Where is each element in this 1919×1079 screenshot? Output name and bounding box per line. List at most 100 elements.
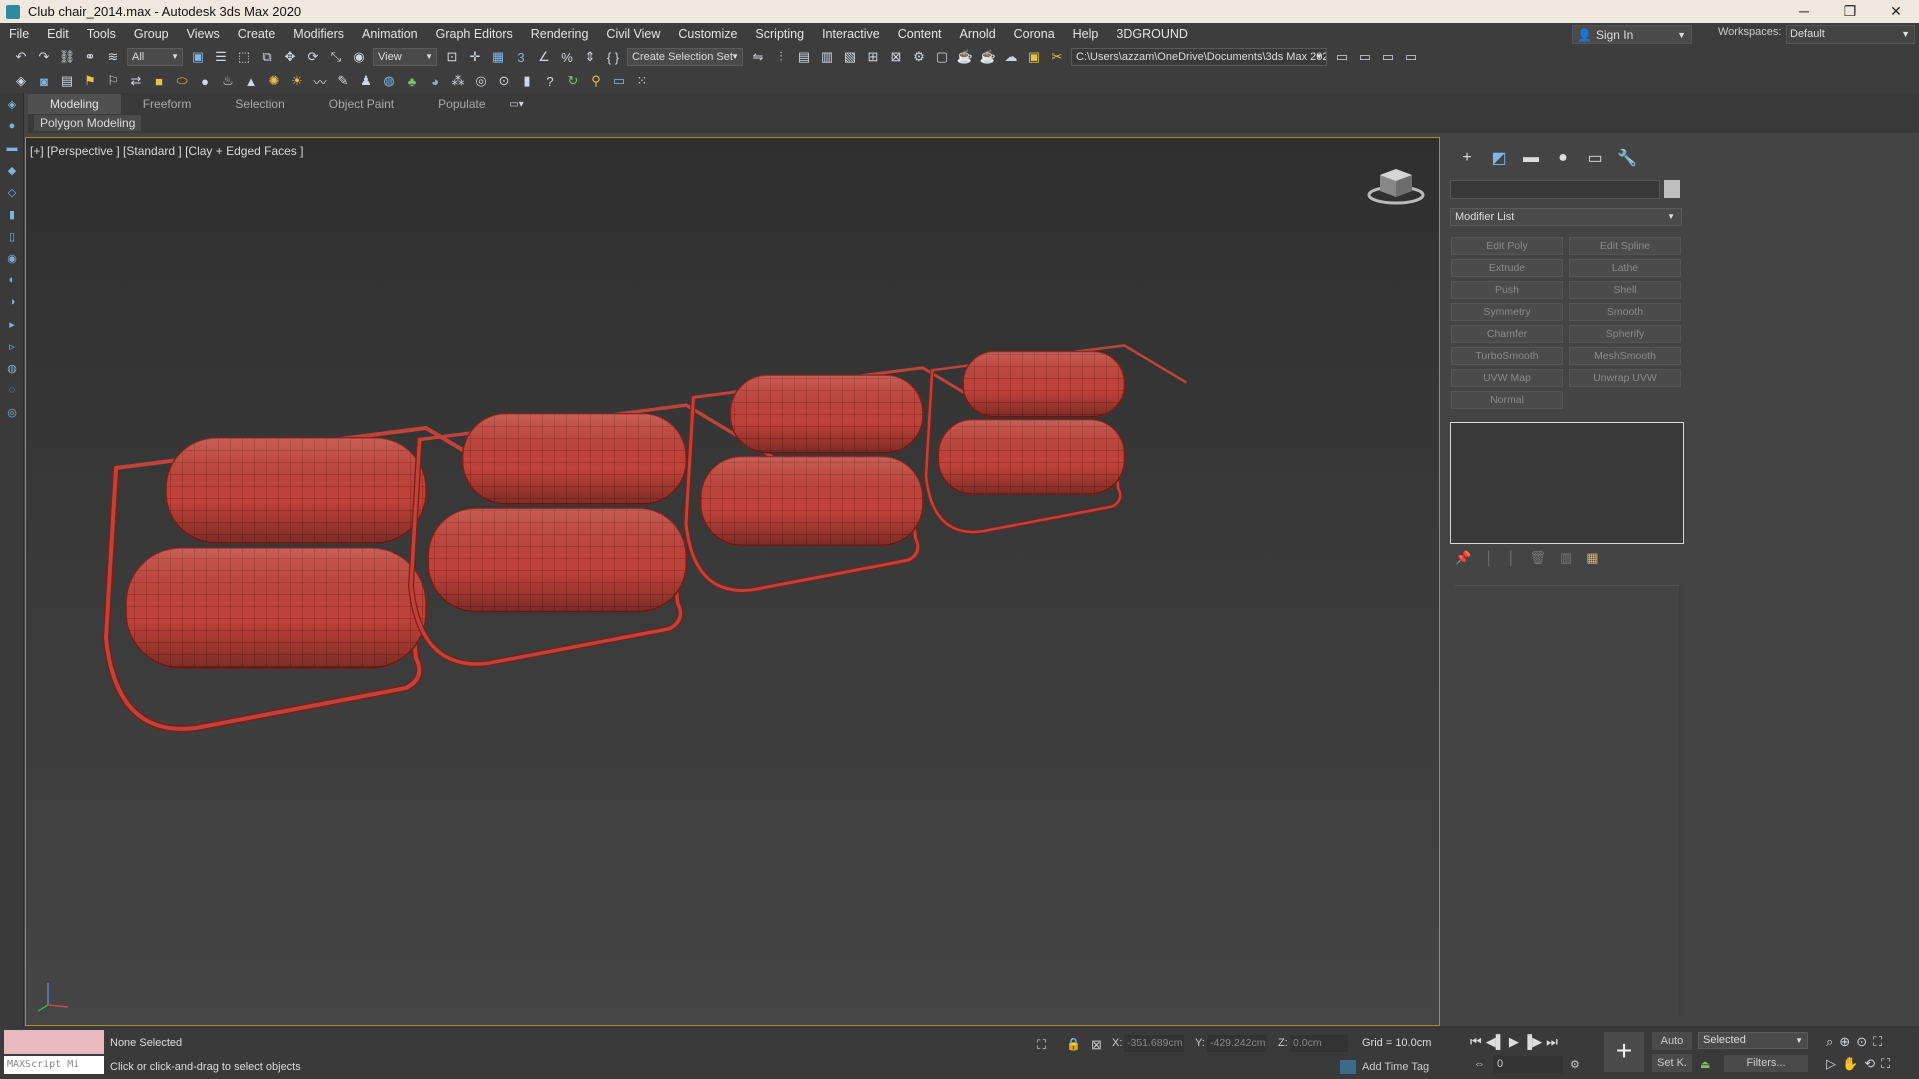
polygon-modeling-panel[interactable]: Polygon Modeling	[34, 115, 142, 131]
edit-named-selection-icon[interactable]: { }	[604, 48, 622, 66]
save-icon[interactable]: ▤	[58, 72, 76, 90]
push-button[interactable]: Push	[1451, 281, 1563, 299]
sun-icon[interactable]: ☀	[288, 72, 306, 90]
strip-tool-icon[interactable]: ▮	[0, 203, 24, 225]
render-iterative-icon[interactable]: ☕	[979, 48, 997, 66]
next-frame-icon[interactable]: ▐▶	[1523, 1034, 1542, 1050]
menu-help[interactable]: Help	[1064, 27, 1108, 41]
bone-icon[interactable]: ✎	[334, 72, 352, 90]
extrude-button[interactable]: Extrude	[1451, 259, 1563, 277]
menu-modifiers[interactable]: Modifiers	[284, 27, 353, 41]
undo-icon[interactable]: ↶	[12, 48, 30, 66]
time-config-icon[interactable]: ⇔	[1474, 1058, 1485, 1070]
delete-icon[interactable]: ▥	[1560, 550, 1572, 566]
strip-tool-icon[interactable]: ▹	[0, 335, 24, 357]
hierarchy-tab-icon[interactable]: ▬	[1515, 147, 1547, 169]
seat-cushion-shade[interactable]	[428, 508, 687, 612]
set-key-mode-button[interactable]: Set K.	[1652, 1054, 1692, 1072]
project-settings-icon[interactable]: ▭	[1379, 48, 1397, 66]
shell-button[interactable]: Shell	[1569, 281, 1681, 299]
pivot-center-icon[interactable]: ⊡	[443, 48, 461, 66]
project-folder-icon[interactable]: ▭	[1402, 48, 1420, 66]
modify-tab-icon[interactable]: ◩	[1483, 147, 1515, 169]
percent-snap-icon[interactable]: %	[558, 48, 576, 66]
uvw-icon[interactable]: ◎	[472, 72, 490, 90]
absolute-mode-icon[interactable]: ⊠	[1091, 1037, 1102, 1053]
menu-3dground[interactable]: 3DGROUND	[1107, 27, 1197, 41]
menu-tools[interactable]: Tools	[78, 27, 125, 41]
unwrap-uvw-button[interactable]: Unwrap UVW	[1569, 369, 1681, 387]
menu-edit[interactable]: Edit	[38, 27, 78, 41]
help-icon[interactable]: ?	[541, 72, 559, 90]
place-icon[interactable]: ◉	[350, 48, 368, 66]
create-tab-icon[interactable]: +	[1451, 147, 1483, 169]
zoom-all-icon[interactable]: ⊕	[1839, 1034, 1850, 1050]
menu-animation[interactable]: Animation	[353, 27, 427, 41]
render-production-icon[interactable]: ☕	[956, 48, 974, 66]
material-editor-icon[interactable]: ⊠	[887, 48, 905, 66]
seat-cushion-shade[interactable]	[938, 419, 1125, 495]
cone-icon[interactable]: ▲	[242, 72, 260, 90]
angle-snap-icon[interactable]: ∠	[535, 48, 553, 66]
auto-key-button[interactable]: Auto	[1652, 1032, 1692, 1050]
back-bolster-shade[interactable]	[730, 375, 923, 453]
field-of-view-icon[interactable]: ▷	[1826, 1056, 1836, 1072]
strip-tool-icon[interactable]: ▯	[0, 225, 24, 247]
add-time-tag[interactable]: Add Time Tag	[1340, 1060, 1429, 1074]
menu-rendering[interactable]: Rendering	[522, 27, 598, 41]
light-icon[interactable]: ✺	[265, 72, 283, 90]
window-crossing-icon[interactable]: ⧉	[258, 48, 276, 66]
pin-icon[interactable]: ⚲	[587, 72, 605, 90]
display-tab-icon[interactable]: ▭	[1579, 147, 1611, 169]
render-icon[interactable]: ⊙	[495, 72, 513, 90]
save-project-icon[interactable]: ▭	[1356, 48, 1374, 66]
tab-populate[interactable]: Populate	[416, 94, 507, 114]
grid-icon[interactable]: ⁙	[633, 72, 651, 90]
tab-object-paint[interactable]: Object Paint	[307, 94, 416, 114]
turbosmooth-button[interactable]: TurboSmooth	[1451, 347, 1563, 365]
box-icon[interactable]: ■	[150, 72, 168, 90]
fb-icon[interactable]: ▭	[610, 72, 628, 90]
particles-icon[interactable]: ◍	[380, 72, 398, 90]
close-button[interactable]: ✕	[1873, 0, 1919, 23]
corona-frame-buffer-icon[interactable]: ▣	[1025, 48, 1043, 66]
spinner-snap-icon[interactable]: ⇕	[581, 48, 599, 66]
spherify-button[interactable]: Spherify	[1569, 325, 1681, 343]
strip-tool-icon[interactable]: ●	[0, 115, 24, 137]
lathe-button[interactable]: Lathe	[1569, 259, 1681, 277]
foliage-icon[interactable]: ♣	[403, 72, 421, 90]
align-icon[interactable]: ⫶	[772, 48, 790, 66]
seat-cushion-shade[interactable]	[700, 456, 923, 546]
x-coordinate-field[interactable]: -351.689cm	[1124, 1035, 1184, 1052]
pan-icon[interactable]: ✋	[1842, 1056, 1858, 1072]
go-to-end-icon[interactable]: ⏭	[1546, 1034, 1558, 1050]
z-coordinate-field[interactable]: 0.0cm	[1290, 1035, 1348, 1052]
go-to-start-icon[interactable]: ⏮	[1470, 1034, 1482, 1050]
curve-editor-icon[interactable]: ▧	[841, 48, 859, 66]
menu-file[interactable]: File	[0, 27, 38, 41]
edit-poly-button[interactable]: Edit Poly	[1451, 237, 1563, 255]
back-bolster-shade[interactable]	[963, 351, 1125, 417]
isolate-icon[interactable]: ⛶	[1037, 1037, 1046, 1053]
zoom-icon[interactable]: ⌕	[1826, 1034, 1833, 1050]
menu-arnold[interactable]: Arnold	[951, 27, 1005, 41]
remove-modifier-icon[interactable]: 🗑	[1529, 550, 1546, 566]
seat-cushion-shade[interactable]	[126, 548, 426, 668]
unlink-icon[interactable]: ⚭	[81, 48, 99, 66]
smooth-button[interactable]: Smooth	[1569, 303, 1681, 321]
measure-icon[interactable]: ▮	[518, 72, 536, 90]
render-in-cloud-icon[interactable]: ☁	[1002, 48, 1020, 66]
scene-explorer-toggle-icon[interactable]: ◈	[12, 72, 30, 90]
configure-modifier-sets-icon[interactable]: ▦	[1586, 550, 1598, 566]
schematic-view-icon[interactable]: ⊞	[864, 48, 882, 66]
perspective-viewport[interactable]: [+] [Perspective ] [Standard ] [Clay + E…	[25, 137, 1440, 1026]
material-icon[interactable]: ◕	[426, 72, 444, 90]
mirror-icon[interactable]: ⇋	[749, 48, 767, 66]
strip-tool-icon[interactable]: ◎	[0, 401, 24, 423]
select-manipulate-icon[interactable]: ✛	[466, 48, 484, 66]
strip-tool-icon[interactable]: ◍	[0, 357, 24, 379]
edit-spline-button[interactable]: Edit Spline	[1569, 237, 1681, 255]
menu-customize[interactable]: Customize	[669, 27, 746, 41]
show-end-result-icon[interactable]: │	[1485, 550, 1493, 566]
meshsmooth-button[interactable]: MeshSmooth	[1569, 347, 1681, 365]
